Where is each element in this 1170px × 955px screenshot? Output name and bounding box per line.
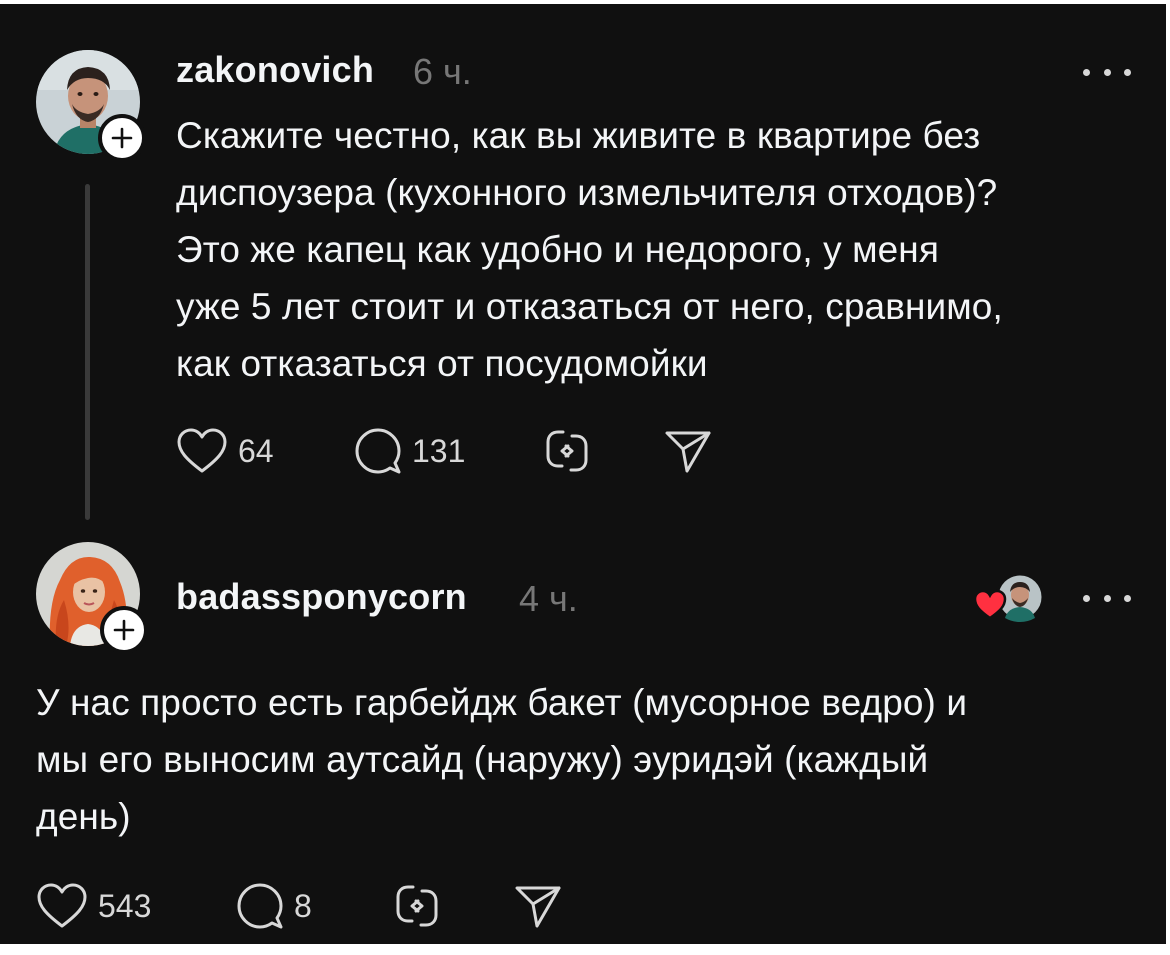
- like-count: 543: [98, 887, 152, 924]
- more-button[interactable]: [1083, 588, 1131, 608]
- more-button[interactable]: [1083, 62, 1131, 82]
- heart-icon: [37, 883, 87, 928]
- heart-icon: [177, 428, 227, 473]
- thread-line: [85, 184, 90, 520]
- post-timestamp: 6 ч.: [413, 51, 472, 92]
- send-icon: [665, 431, 711, 473]
- comment-icon: [237, 883, 283, 929]
- reply-button[interactable]: 8: [236, 876, 312, 936]
- post-actions: 64 131: [176, 421, 736, 481]
- like-count: 64: [238, 432, 274, 469]
- reply-button[interactable]: 131: [354, 421, 465, 481]
- share-button[interactable]: [664, 421, 712, 481]
- post-text: У нас просто есть гарбейдж бакет (мусорн…: [36, 682, 968, 837]
- post-username[interactable]: zakonovich: [176, 49, 374, 91]
- post-text: Скажите честно, как вы живите в квартире…: [176, 115, 1003, 384]
- repost-icon: [396, 885, 438, 927]
- comment-icon: [355, 428, 401, 474]
- repost-button[interactable]: [392, 876, 442, 936]
- repost-icon: [546, 430, 588, 472]
- send-icon: [515, 886, 561, 928]
- share-button[interactable]: [514, 876, 562, 936]
- like-button[interactable]: 543: [36, 876, 151, 936]
- red-heart-icon: [973, 589, 1007, 620]
- post: zakonovich 6 ч. Скажите честно, как вы ж…: [0, 4, 1166, 534]
- plus-icon: [111, 127, 133, 149]
- post-actions: 543 8: [36, 876, 596, 936]
- more-icon: [1083, 68, 1090, 76]
- post-timestamp: 4 ч.: [519, 578, 578, 619]
- repost-button[interactable]: [542, 421, 592, 481]
- liked-by-author-indicator[interactable]: [972, 570, 1048, 626]
- follow-button[interactable]: [98, 114, 146, 162]
- plus-icon: [113, 619, 135, 641]
- post-username[interactable]: badassponycorn: [176, 576, 467, 618]
- follow-button[interactable]: [100, 606, 148, 654]
- post: badassponycorn 4 ч. У нас просто есть га: [0, 534, 1166, 944]
- threads-feed: zakonovich 6 ч. Скажите честно, как вы ж…: [0, 4, 1166, 944]
- reply-count: 131: [412, 432, 466, 469]
- like-button[interactable]: 64: [176, 421, 274, 481]
- screenshot: zakonovich 6 ч. Скажите честно, как вы ж…: [0, 0, 1170, 955]
- more-icon: [1083, 594, 1090, 602]
- reply-count: 8: [294, 887, 312, 924]
